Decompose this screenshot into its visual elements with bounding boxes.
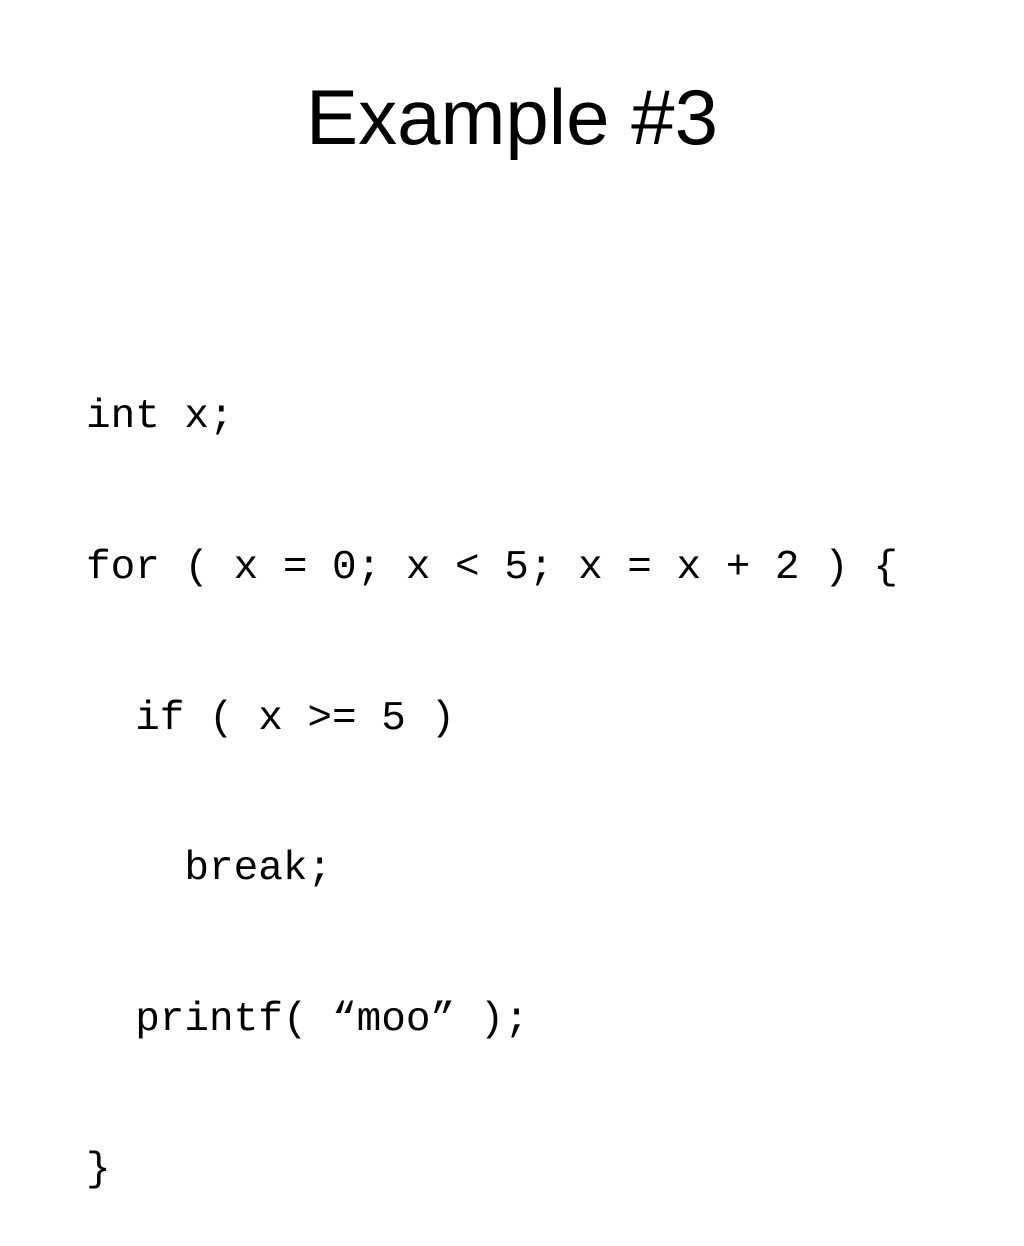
slide-title: Example #3 [306, 73, 718, 161]
code-line: if ( x >= 5 ) [86, 695, 456, 742]
code-line: int x; [86, 394, 234, 441]
code-line: printf( “moo” ); [86, 996, 529, 1043]
code-line: break; [86, 846, 333, 893]
code-line: } [86, 1147, 111, 1194]
code-block: int x; for ( x = 0; x < 5; x = x + 2 ) {… [86, 292, 898, 1246]
code-line: for ( x = 0; x < 5; x = x + 2 ) { [86, 545, 898, 591]
